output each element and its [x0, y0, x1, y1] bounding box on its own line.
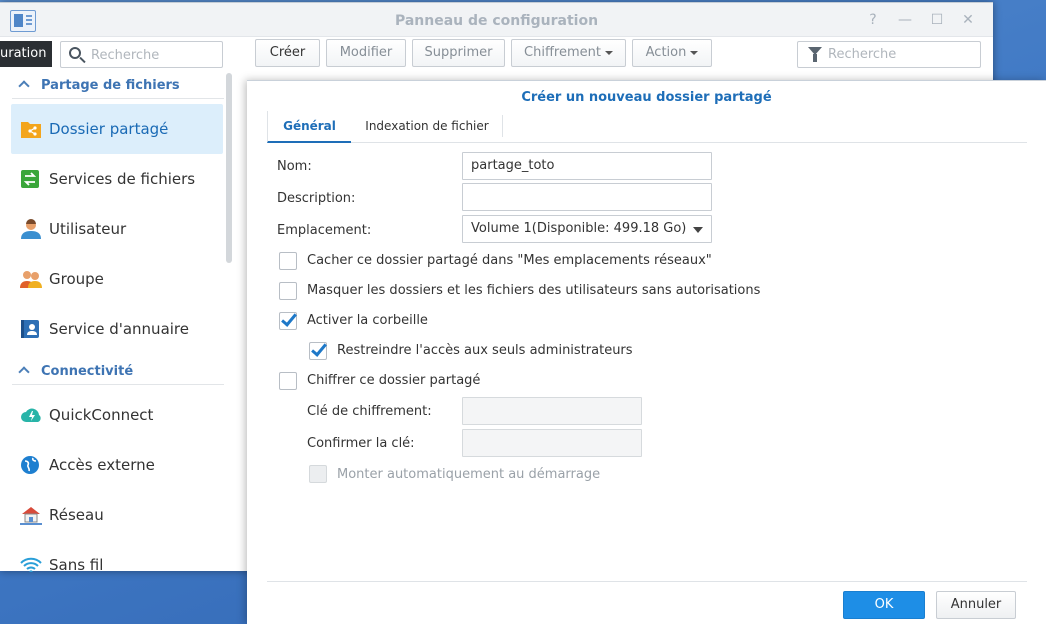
encryption-key-field[interactable] [462, 397, 642, 425]
chevron-up-icon [18, 366, 30, 378]
hide-unauthorized-label: Masquer les dossiers et les fichiers des… [307, 283, 761, 298]
sidebar-item-external-access[interactable]: Accès externe [11, 440, 223, 490]
admin-only-label: Restreindre l'accès aux seuls administra… [337, 343, 633, 358]
sidebar-item-directory-service[interactable]: Service d'annuaire [11, 304, 223, 354]
create-button[interactable]: Créer [255, 39, 320, 67]
location-label: Emplacement: [277, 223, 372, 238]
sidebar-search-placeholder: Recherche [91, 48, 160, 63]
tab-divider [502, 115, 503, 137]
wifi-icon [20, 555, 42, 572]
window-title-tooltip: uration [0, 41, 52, 67]
search-icon [69, 47, 81, 59]
sidebar-item-label: Accès externe [49, 456, 155, 474]
sidebar-section-connectivity[interactable]: Connectivité [12, 359, 224, 385]
action-dropdown[interactable]: Action [632, 39, 712, 67]
external-access-icon [20, 455, 42, 475]
toolbar: Créer Modifier Supprimer Chiffrement Act… [244, 39, 989, 73]
encryption-dropdown[interactable]: Chiffrement [511, 39, 626, 67]
caret-down-icon [604, 50, 613, 55]
auto-mount-label: Monter automatiquement au démarrage [337, 467, 601, 482]
sidebar-search-input[interactable]: Recherche [60, 41, 223, 68]
sidebar-item-label: Groupe [49, 270, 104, 288]
filter-search-input[interactable]: Recherche [797, 41, 981, 68]
filter-icon [808, 47, 822, 62]
sidebar-item-label: Utilisateur [49, 220, 127, 238]
recycle-bin-checkbox[interactable] [279, 310, 297, 330]
encryption-dropdown-label: Chiffrement [524, 45, 601, 60]
sidebar-scrollbar[interactable] [226, 73, 232, 263]
filter-search-placeholder: Recherche [828, 47, 897, 62]
dialog-footer-divider [267, 581, 1027, 582]
location-select[interactable]: Volume 1(Disponible: 499.18 Go) [462, 215, 712, 243]
action-dropdown-label: Action [645, 45, 687, 60]
checkmark-icon [311, 340, 327, 357]
cancel-button[interactable]: Annuler [936, 591, 1016, 619]
sidebar-item-label: Services de fichiers [49, 170, 196, 188]
sidebar-item-quickconnect[interactable]: QuickConnect [11, 390, 223, 440]
sidebar-item-group[interactable]: Groupe [11, 254, 223, 304]
dialog-tabs: Général Indexation de fichier [267, 111, 1027, 143]
sidebar-item-wireless[interactable]: Sans fil [11, 540, 223, 572]
sidebar-item-label: QuickConnect [49, 406, 154, 424]
hide-network-checkbox[interactable] [279, 252, 297, 270]
sidebar: Partage de fichiers Dossier partagé Serv… [0, 73, 236, 572]
tab-file-indexing[interactable]: Indexation de fichier [357, 111, 497, 143]
dialog-title: Créer un nouveau dossier partagé [521, 90, 772, 105]
group-icon [20, 269, 42, 289]
directory-service-icon [20, 319, 42, 339]
checkmark-icon [281, 310, 297, 327]
maximize-icon[interactable]: ☐ [928, 11, 946, 29]
modify-button[interactable]: Modifier [326, 39, 406, 67]
window-title: Panneau de configuration [394, 13, 599, 29]
encrypt-checkbox[interactable] [279, 372, 297, 390]
confirm-key-field[interactable] [462, 429, 642, 457]
network-icon [20, 505, 42, 525]
sidebar-item-user[interactable]: Utilisateur [11, 204, 223, 254]
file-services-icon [20, 169, 42, 189]
sidebar-item-label: Dossier partagé [49, 120, 169, 138]
description-field[interactable] [462, 183, 712, 211]
encrypt-label: Chiffrer ce dossier partagé [307, 373, 481, 388]
sidebar-item-label: Sans fil [49, 556, 104, 572]
quickconnect-icon [20, 405, 42, 425]
minimize-icon[interactable]: — [896, 11, 914, 29]
window-titlebar[interactable]: Panneau de configuration ? — ☐ ✕ [0, 3, 993, 37]
sidebar-section-file-sharing[interactable]: Partage de fichiers [12, 73, 224, 99]
ok-button[interactable]: OK [843, 591, 925, 619]
sidebar-item-shared-folder[interactable]: Dossier partagé [11, 104, 223, 154]
help-icon[interactable]: ? [864, 11, 882, 29]
user-icon [20, 219, 42, 239]
recycle-bin-label: Activer la corbeille [307, 313, 428, 328]
sidebar-section-label: Partage de fichiers [41, 78, 180, 93]
close-icon[interactable]: ✕ [959, 11, 977, 29]
shared-folder-icon [20, 119, 42, 139]
name-label: Nom: [277, 159, 312, 174]
sidebar-section-label: Connectivité [41, 364, 134, 379]
chevron-up-icon [18, 80, 30, 92]
name-field[interactable]: partage_toto [462, 152, 712, 180]
admin-only-checkbox[interactable] [309, 340, 327, 360]
auto-mount-checkbox[interactable] [309, 465, 327, 483]
tab-general[interactable]: Général [267, 111, 351, 143]
caret-down-icon [690, 50, 699, 55]
description-label: Description: [277, 191, 356, 206]
chevron-down-icon [693, 227, 703, 233]
sidebar-item-network[interactable]: Réseau [11, 490, 223, 540]
confirm-key-label: Confirmer la clé: [307, 436, 415, 451]
create-shared-folder-dialog: Créer un nouveau dossier partagé Général… [247, 80, 1046, 624]
sidebar-item-label: Service d'annuaire [49, 320, 189, 338]
encryption-key-label: Clé de chiffrement: [307, 404, 432, 419]
location-select-value: Volume 1(Disponible: 499.18 Go) [471, 221, 687, 236]
hide-unauthorized-checkbox[interactable] [279, 282, 297, 300]
sidebar-item-file-services[interactable]: Services de fichiers [11, 154, 223, 204]
delete-button[interactable]: Supprimer [412, 39, 505, 67]
sidebar-item-label: Réseau [49, 506, 104, 524]
hide-network-label: Cacher ce dossier partagé dans "Mes empl… [307, 253, 712, 268]
